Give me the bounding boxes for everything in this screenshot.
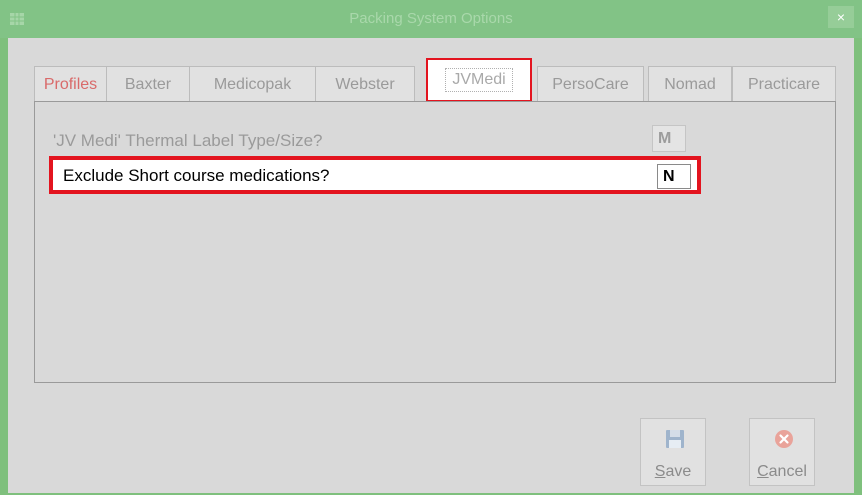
tab-jvmedi-label: JVMedi: [445, 68, 513, 92]
title-bar[interactable]: Packing System Options ×: [0, 0, 862, 38]
cancel-button[interactable]: Cancel: [749, 418, 815, 486]
thermal-label-type-field[interactable]: M: [652, 125, 686, 152]
exclude-short-course-row: Exclude Short course medications? N: [49, 156, 701, 194]
tab-nomad[interactable]: Nomad: [648, 66, 732, 102]
tab-medicopak[interactable]: Medicopak: [189, 66, 316, 102]
window-title: Packing System Options: [349, 10, 513, 27]
tab-persocare[interactable]: PersoCare: [537, 66, 644, 102]
tab-practicare[interactable]: Practicare: [732, 66, 836, 102]
tab-panel-jvmedi: 'JV Medi' Thermal Label Type/Size? M Exc…: [34, 101, 836, 383]
exclude-short-course-label: Exclude Short course medications?: [63, 166, 330, 185]
save-button-label: Save: [654, 463, 692, 480]
cancel-circle-icon: [775, 430, 793, 448]
thermal-label-type-label: 'JV Medi' Thermal Label Type/Size?: [53, 131, 323, 150]
tab-jvmedi[interactable]: JVMedi: [426, 58, 532, 102]
packing-system-options-window: Packing System Options × Profiles Baxter…: [0, 0, 862, 495]
tab-profiles[interactable]: Profiles: [34, 66, 107, 102]
close-button[interactable]: ×: [828, 6, 854, 28]
cancel-button-label: Cancel: [757, 463, 807, 480]
floppy-disk-icon: [666, 430, 684, 448]
save-button[interactable]: Save: [640, 418, 706, 486]
tab-webster[interactable]: Webster: [315, 66, 415, 102]
tab-baxter[interactable]: Baxter: [106, 66, 190, 102]
exclude-short-course-field[interactable]: N: [657, 164, 691, 189]
dialog-client-area: Profiles Baxter Medicopak Webster JVMedi…: [8, 38, 854, 493]
